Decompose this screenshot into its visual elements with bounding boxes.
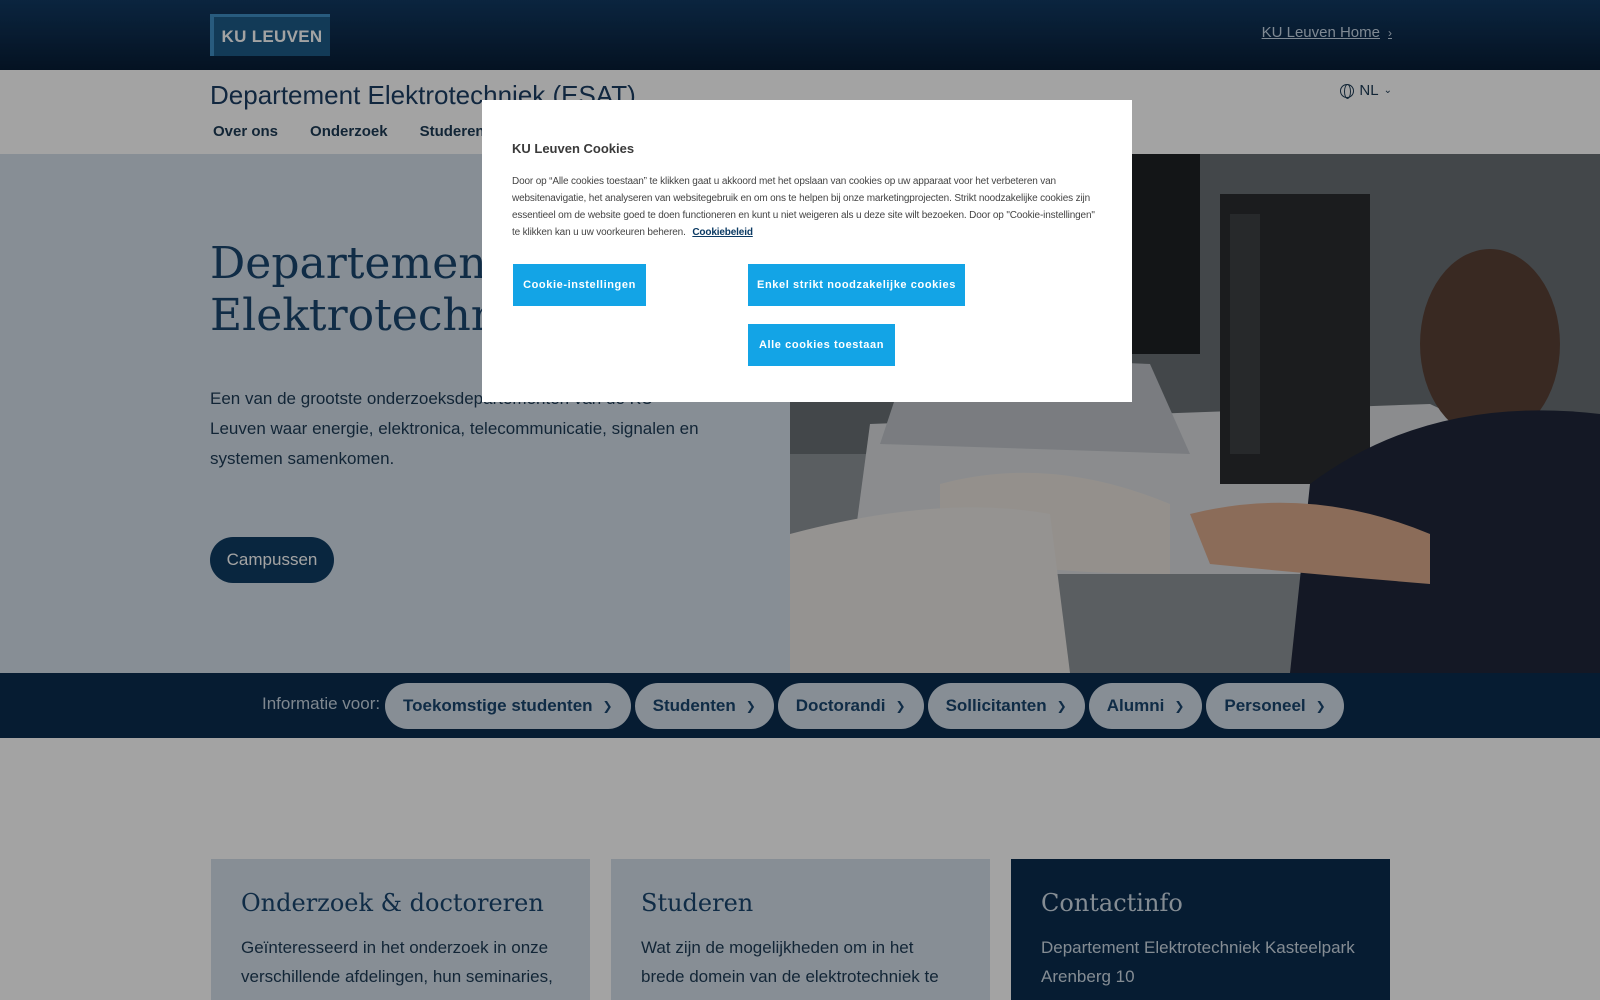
cookie-overlay: KU Leuven Cookies Door op “Alle cookies …	[0, 0, 1600, 1000]
necessary-cookies-button[interactable]: Enkel strikt noodzakelijke cookies	[748, 264, 965, 306]
cookie-modal: KU Leuven Cookies Door op “Alle cookies …	[482, 100, 1132, 402]
cookie-modal-text: Door op “Alle cookies toestaan” te klikk…	[512, 176, 1095, 238]
cookie-modal-title: KU Leuven Cookies	[512, 141, 635, 156]
cookie-modal-body: Door op “Alle cookies toestaan” te klikk…	[512, 173, 1102, 241]
cookie-settings-button[interactable]: Cookie-instellingen	[513, 264, 646, 306]
cookie-policy-link[interactable]: Cookiebeleid	[692, 227, 753, 238]
accept-all-cookies-button[interactable]: Alle cookies toestaan	[748, 324, 895, 366]
